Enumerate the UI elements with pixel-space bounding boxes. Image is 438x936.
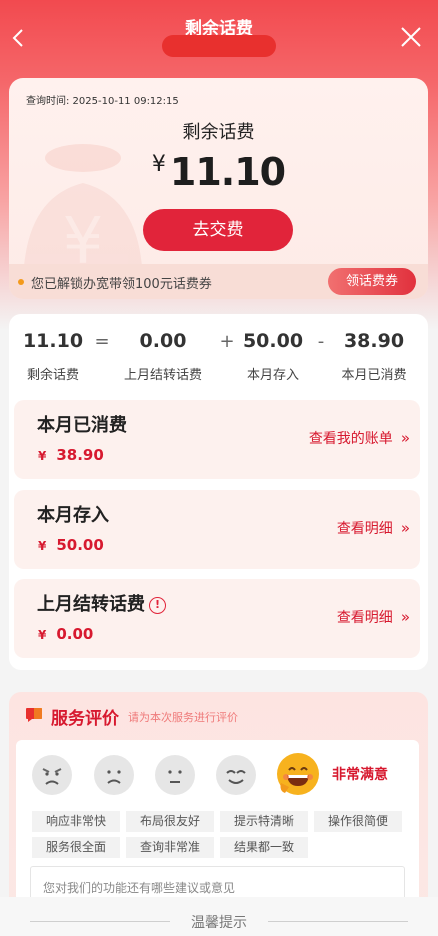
nav-bar: 剩余话费 [0,0,438,70]
close-icon[interactable] [398,24,424,50]
view-bill-link[interactable]: 查看我的账单» [309,428,410,448]
consumed-this-month-item[interactable]: 本月已消费 ¥38.90 查看我的账单» [14,400,420,479]
footer: 温馨提示 [0,897,438,936]
evaluation-title: 服务评价 [51,709,119,729]
equation-value: 11.10 [22,330,84,352]
tag-chip[interactable]: 操作很简便 [314,811,402,832]
query-time: 查询时间: 2025-10-11 09:12:15 [26,96,179,107]
item-amount: ¥50.00 [38,536,104,554]
tag-chip[interactable]: 布局很友好 [126,811,214,832]
balance-card: ¥ 查询时间: 2025-10-11 09:12:15 剩余话费 ¥11.10 … [9,78,428,299]
neutral-face-icon[interactable] [155,755,195,795]
sad-face-icon[interactable] [94,755,134,795]
tag-chip[interactable]: 响应非常快 [32,811,120,832]
item-title: 本月存入 [37,505,109,526]
double-chevron-right-icon: » [400,429,410,447]
equation-operator: = [94,331,110,352]
equation-operator: - [317,331,325,352]
equation-value: 0.00 [139,330,187,352]
equation-label: 本月存入 [246,368,299,383]
info-icon[interactable]: ! [149,597,166,614]
tag-chip[interactable]: 结果都一致 [220,837,308,858]
carryover-item[interactable]: 上月结转话费! ¥0.00 查看明细» [14,579,420,658]
currency-symbol: ¥ [151,152,166,177]
double-chevron-right-icon: » [400,519,410,537]
chat-bubble-icon [25,707,43,723]
balance-value: 11.10 [169,150,286,194]
detail-card: 11.10 = 0.00 + 50.00 - 38.90 剩余话费 上月结转话费… [9,314,428,670]
rating-label: 非常满意 [332,767,388,783]
item-title: 本月已消费 [37,415,127,436]
promo-text: 您已解锁办宽带领100元话费券 [31,277,212,292]
equation-label: 上月结转话费 [123,368,202,383]
item-amount: ¥0.00 [38,625,94,643]
equation-label: 剩余话费 [26,368,79,383]
tag-chip[interactable]: 提示特清晰 [220,811,308,832]
smile-face-icon[interactable] [216,755,256,795]
balance-amount: ¥11.10 [9,150,428,194]
get-coupon-button[interactable]: 领话费券 [328,268,416,295]
item-title: 上月结转话费! [37,590,166,616]
equation-value: 38.90 [343,330,405,352]
view-details-link[interactable]: 查看明细» [337,518,410,538]
promo-dot-icon [18,279,24,285]
pay-button[interactable]: 去交费 [143,209,293,251]
deposit-this-month-item[interactable]: 本月存入 ¥50.00 查看明细» [14,490,420,569]
equation-value: 50.00 [242,330,304,352]
item-amount: ¥38.90 [38,446,104,464]
tag-chip[interactable]: 服务很全面 [32,837,120,858]
equation-label: 本月已消费 [341,368,407,383]
promo-bar: 您已解锁办宽带领100元话费券 领话费券 [9,264,428,299]
double-chevron-right-icon: » [400,608,410,626]
tips-heading: 温馨提示 [191,915,247,931]
evaluation-subtitle: 请为本次服务进行评价 [128,711,238,724]
view-details-link[interactable]: 查看明细» [337,607,410,627]
angry-face-icon[interactable] [32,755,72,795]
tag-chip[interactable]: 查询非常准 [126,837,214,858]
grin-face-icon[interactable] [277,753,319,795]
redacted-phone-number [162,35,276,57]
balance-label: 剩余话费 [182,122,255,143]
